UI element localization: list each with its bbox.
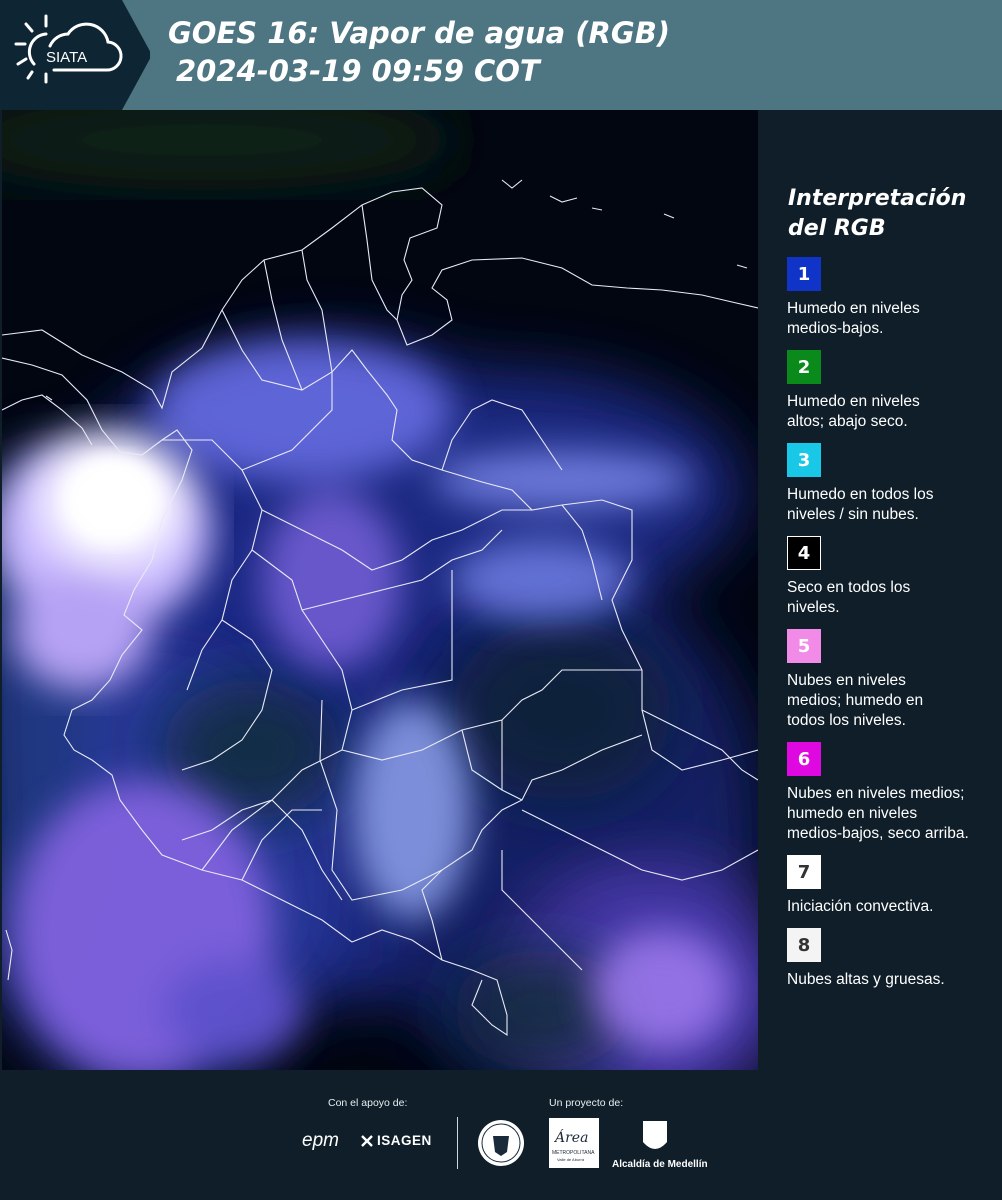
svg-text:Valle de Aburrá: Valle de Aburrá (557, 1157, 585, 1162)
legend-item: 1 Humedo en niveles medios-bajos. (787, 257, 1002, 339)
legend-swatch: 2 (787, 350, 821, 384)
footer-divider (457, 1117, 458, 1169)
support-label: Con el apoyo de: (328, 1097, 408, 1109)
rgb-legend: Interpretación del RGB 1 Humedo en nivel… (760, 110, 1002, 1070)
footer: Con el apoyo de: Un proyecto de: epm ISA… (0, 1070, 1002, 1200)
legend-description: Nubes en niveles medios; humedo en todos l… (787, 672, 924, 729)
legend-description: Seco en todos los niveles. (787, 579, 911, 616)
legend-description: Humedo en niveles altos; abajo seco. (787, 393, 920, 430)
legend-title-line2: del RGB (788, 216, 886, 241)
legend-item: 4 Seco en todos los niveles. (787, 536, 1002, 618)
timestamp: 2024-03-19 09:59 COT (176, 54, 540, 88)
legend-description: Iniciación convectiva. (787, 898, 934, 915)
siata-logo: SIATA (0, 0, 150, 110)
isagen-mark-icon (360, 1133, 374, 1147)
page-title: GOES 16: Vapor de agua (RGB) (168, 16, 671, 50)
legend-item: 2 Humedo en niveles altos; abajo seco. (787, 350, 1002, 432)
legend-description: Nubes en niveles medios; humedo en nivele… (787, 785, 969, 842)
legend-swatch: 5 (787, 629, 821, 663)
legend-swatch: 3 (787, 443, 821, 477)
area-metropolitana-logo: Área METROPOLITANA Valle de Aburrá (549, 1118, 599, 1168)
alcaldia-shield-icon (640, 1118, 670, 1158)
water-vapor-image (2, 110, 758, 1070)
svg-text:METROPOLITANA: METROPOLITANA (552, 1150, 595, 1156)
project-label: Un proyecto de: (549, 1097, 624, 1109)
legend-description: Humedo en niveles medios-bajos. (787, 300, 920, 337)
sun-cloud-icon: SIATA (14, 14, 123, 84)
legend-item: 3 Humedo en todos los niveles / sin nubes… (787, 443, 1002, 525)
legend-item: 8 Nubes altas y gruesas. (787, 928, 1002, 990)
header-bar: SIATA GOES 16: Vapor de agua (RGB) 2024-… (0, 0, 1002, 110)
legend-title-line1: Interpretación (788, 186, 967, 211)
legend-item: 7 Iniciación convectiva. (787, 855, 1002, 917)
svg-text:Área: Área (553, 1128, 588, 1146)
legend-title: Interpretación del RGB (788, 184, 988, 244)
legend-item: 6 Nubes en niveles medios; humedo en nive… (787, 742, 1002, 844)
siata-brand-text: SIATA (46, 49, 87, 66)
legend-swatch: 1 (787, 257, 821, 291)
legend-item: 5 Nubes en niveles medios; humedo en todos… (787, 629, 1002, 731)
legend-swatch: 4 (787, 536, 821, 570)
legend-swatch: 7 (787, 855, 821, 889)
legend-description: Humedo en todos los niveles / sin nubes. (787, 486, 934, 523)
legend-swatch: 8 (787, 928, 821, 962)
seal-logo (476, 1118, 526, 1168)
legend-description: Nubes altas y gruesas. (787, 971, 945, 988)
satellite-map (2, 110, 758, 1070)
alcaldia-logo: Alcaldía de Medellín (612, 1159, 708, 1170)
epm-logo: epm (302, 1130, 339, 1151)
legend-swatch: 6 (787, 742, 821, 776)
isagen-logo: ISAGEN (377, 1133, 432, 1148)
